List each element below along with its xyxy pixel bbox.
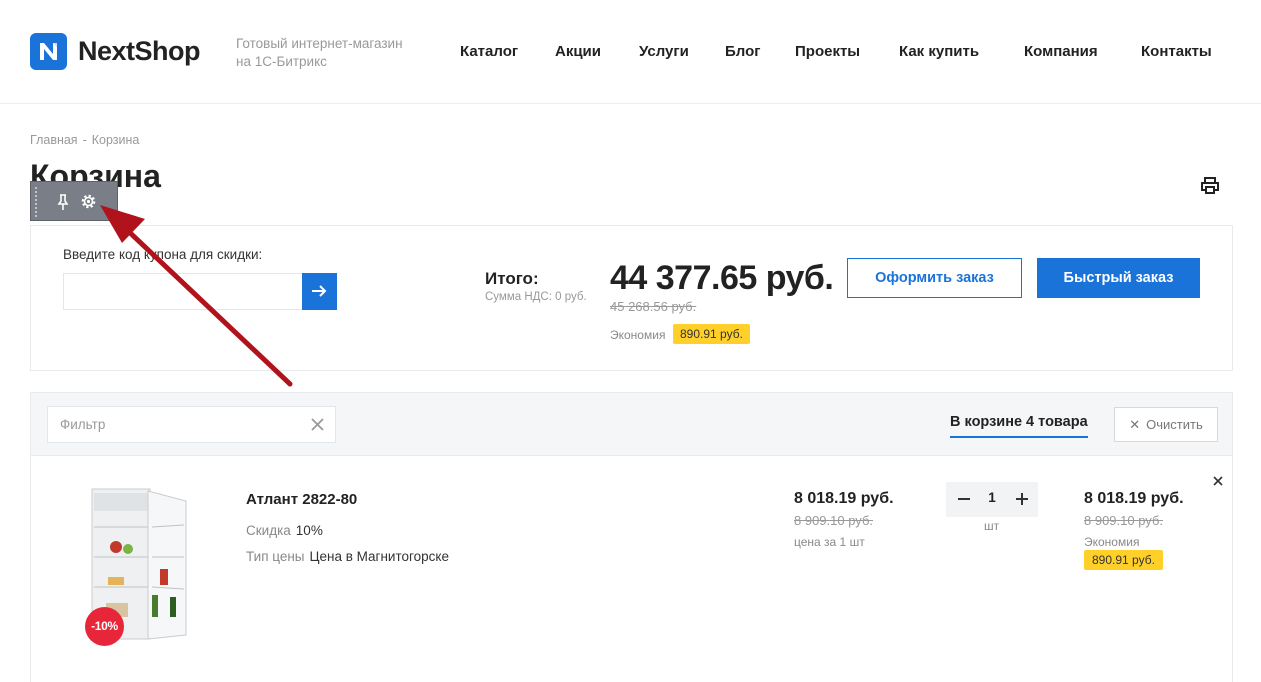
nav-how-to-buy[interactable]: Как купить bbox=[899, 43, 979, 60]
quick-order-button[interactable]: Быстрый заказ bbox=[1037, 258, 1200, 298]
plus-icon bbox=[1016, 493, 1028, 505]
prop-key: Скидка bbox=[246, 523, 291, 538]
nav-contacts[interactable]: Контакты bbox=[1141, 43, 1212, 60]
economy-badge: 890.91 руб. bbox=[673, 324, 750, 344]
checkout-button[interactable]: Оформить заказ bbox=[847, 258, 1022, 298]
quantity-stepper: 1 bbox=[946, 482, 1038, 517]
nav-company[interactable]: Компания bbox=[1024, 43, 1098, 60]
quantity-value[interactable]: 1 bbox=[976, 490, 1008, 505]
nav-catalog[interactable]: Каталог bbox=[460, 43, 518, 60]
unit-price: 8 018.19 руб. bbox=[794, 490, 894, 507]
admin-toolbar bbox=[30, 181, 118, 221]
nav-projects[interactable]: Проекты bbox=[795, 43, 860, 60]
prop-value: Цена в Магнитогорске bbox=[309, 549, 449, 564]
minus-icon bbox=[958, 498, 970, 500]
economy-label: Экономия bbox=[610, 328, 666, 342]
total-sum: 44 377.65 руб. bbox=[610, 259, 834, 297]
total-old-price: 45 268.56 руб. bbox=[610, 299, 697, 314]
decrease-quantity-button[interactable] bbox=[954, 489, 974, 509]
site-header: NextShop Готовый интернет-магазин на 1С-… bbox=[0, 0, 1261, 104]
item-economy-label: Экономия bbox=[1084, 535, 1140, 549]
clear-cart-label: Очистить bbox=[1146, 416, 1203, 432]
unit-price-note: цена за 1 шт bbox=[794, 535, 865, 549]
gear-icon[interactable] bbox=[79, 192, 98, 211]
item-economy-badge: 890.91 руб. bbox=[1084, 550, 1163, 570]
breadcrumb: Главная - Корзина bbox=[30, 133, 139, 147]
remove-item-icon[interactable] bbox=[1212, 474, 1224, 486]
vat-label: Сумма НДС: 0 руб. bbox=[485, 291, 587, 303]
item-old-sum: 8 909.10 руб. bbox=[1084, 513, 1164, 528]
product-prop-price-type: Тип цены Цена в Магнитогорске bbox=[246, 549, 449, 564]
nav-promotions[interactable]: Акции bbox=[555, 43, 601, 60]
product-name[interactable]: Атлант 2822-80 bbox=[246, 491, 357, 508]
item-sum: 8 018.19 руб. bbox=[1084, 490, 1184, 507]
coupon-label: Введите код купона для скидки: bbox=[63, 247, 263, 262]
close-icon: ✕ bbox=[1129, 416, 1141, 432]
main-nav: Каталог Акции Услуги Блог Проекты Как ку… bbox=[0, 43, 1261, 63]
cart-count-tab[interactable]: В корзине 4 товара bbox=[950, 414, 1088, 438]
total-label: Итого: bbox=[485, 269, 539, 288]
breadcrumb-home[interactable]: Главная bbox=[30, 133, 78, 147]
chevron-down-icon[interactable] bbox=[103, 199, 109, 212]
clear-filter-icon[interactable] bbox=[311, 418, 324, 431]
print-icon[interactable] bbox=[1200, 176, 1220, 196]
nav-services[interactable]: Услуги bbox=[639, 43, 689, 60]
arrow-right-icon bbox=[312, 285, 327, 297]
apply-coupon-button[interactable] bbox=[302, 273, 337, 310]
breadcrumb-separator: - bbox=[82, 133, 87, 147]
product-prop-discount: Скидка 10% bbox=[246, 523, 323, 538]
unit-old-price: 8 909.10 руб. bbox=[794, 513, 874, 528]
quantity-unit: шт bbox=[984, 519, 1000, 533]
coupon-input[interactable] bbox=[63, 273, 303, 310]
drag-handle[interactable] bbox=[34, 186, 39, 218]
breadcrumb-current: Корзина bbox=[91, 133, 140, 147]
filter-input[interactable] bbox=[47, 406, 336, 443]
discount-badge: -10% bbox=[85, 607, 124, 646]
nav-blog[interactable]: Блог bbox=[725, 43, 761, 60]
pin-icon[interactable] bbox=[55, 193, 71, 211]
prop-value: 10% bbox=[295, 523, 323, 538]
clear-cart-button[interactable]: ✕ Очистить bbox=[1114, 407, 1218, 442]
increase-quantity-button[interactable] bbox=[1012, 489, 1032, 509]
prop-key: Тип цены bbox=[246, 549, 305, 564]
